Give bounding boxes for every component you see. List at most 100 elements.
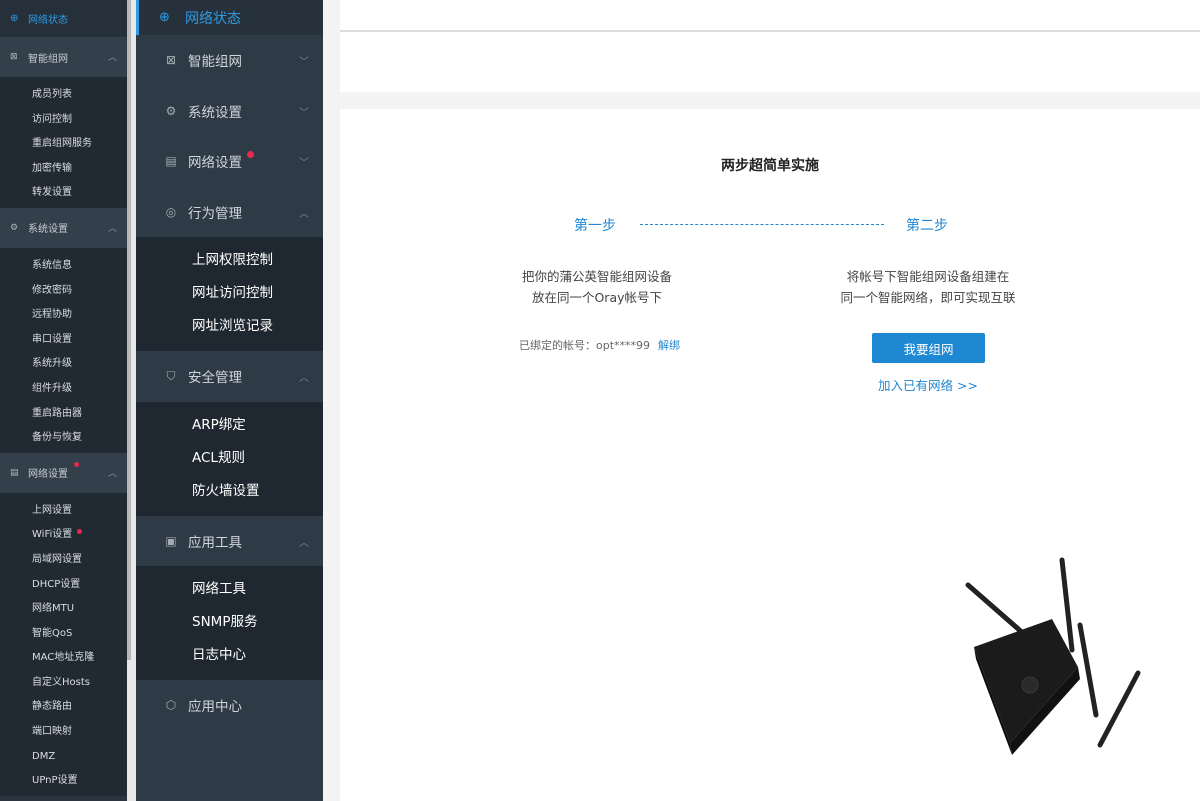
left-sidebar-item[interactable]: 转发设置 [0, 181, 127, 206]
sidebar-item[interactable]: 日志中心 [136, 639, 323, 672]
step-one-description: 把你的蒲公英智能组网设备 放在同一个Oray帐号下 [467, 266, 727, 308]
left-sidebar-item-label: WiFi设置 [32, 529, 73, 541]
left-sidebar: ⊕ 网络状态 ⊠ 智能组网 ︿ 成员列表 访问控制 重启组网服务 加密传输 转发… [0, 0, 127, 801]
notification-dot [247, 151, 254, 158]
sidebar-group-label: 系统设置 [188, 104, 242, 121]
left-sidebar-item[interactable]: 静态路由 [0, 695, 127, 720]
step-one-desc-line: 放在同一个Oray帐号下 [531, 290, 663, 305]
left-sidebar-item[interactable]: 上网设置 [0, 499, 127, 524]
step-two-label: 第二步 [906, 218, 948, 234]
sidebar-group-app-center[interactable]: ⬡ 应用中心 [136, 680, 323, 731]
chevron-up-icon: ︿ [107, 223, 117, 234]
create-network-button[interactable]: 我要组网 [872, 333, 985, 363]
left-group-label: 智能组网 [28, 53, 68, 65]
left-sidebar-item[interactable]: 自定义Hosts [0, 671, 127, 696]
sidebar-group-label: 网络设置 [188, 155, 242, 172]
content-edge [323, 0, 340, 801]
sidebar-group-label: 应用中心 [188, 699, 242, 716]
left-sidebar-group-system[interactable]: ⚙ 系统设置 ︿ [0, 207, 127, 248]
notification-dot [74, 461, 79, 467]
sidebar-group-networking[interactable]: ⊠ 智能组网 ﹀ [136, 35, 323, 86]
left-sidebar-item[interactable]: 访问控制 [0, 108, 127, 133]
sidebar-item[interactable]: 防火墙设置 [136, 475, 323, 508]
sidebar-item[interactable]: 上网权限控制 [136, 244, 323, 277]
router-illustration [965, 557, 1141, 755]
network-icon: ⊠ [165, 53, 177, 68]
chevron-down-icon: ﹀ [299, 57, 309, 68]
left-submenu-network-settings: 上网设置 WiFi设置 局域网设置 DHCP设置 网络MTU 智能QoS MAC… [0, 492, 127, 796]
document-icon: ▤ [10, 467, 19, 478]
sidebar-group-behavior[interactable]: ◎ 行为管理 ︿ [136, 186, 323, 237]
sidebar-group-tools[interactable]: ▣ 应用工具 ︿ [136, 515, 323, 566]
left-sidebar-item[interactable]: 局域网设置 [0, 548, 127, 573]
chevron-up-icon: ︿ [299, 537, 309, 549]
left-sidebar-item[interactable]: DMZ [0, 745, 127, 770]
left-sidebar-item[interactable]: 备份与恢复 [0, 426, 127, 451]
sidebar-group-system[interactable]: ⚙ 系统设置 ﹀ [136, 85, 323, 136]
chevron-down-icon: ﹀ [299, 158, 309, 169]
left-sidebar-item[interactable]: 系统信息 [0, 254, 127, 279]
left-sidebar-item[interactable]: 加密传输 [0, 157, 127, 182]
left-sidebar-item[interactable]: 重启组网服务 [0, 132, 127, 157]
step-one-desc-line: 把你的蒲公英智能组网设备 [521, 269, 672, 284]
step-two-desc-line: 同一个智能网络，即可实现互联 [840, 290, 1016, 305]
left-sidebar-item[interactable]: 成员列表 [0, 83, 127, 108]
left-sidebar-item[interactable]: 智能QoS [0, 622, 127, 647]
left-sidebar-scrollbar[interactable] [127, 0, 131, 660]
left-group-label: 系统设置 [28, 224, 68, 236]
left-group-label: 网络设置 [28, 469, 68, 481]
left-submenu-system: 系统信息 修改密码 远程协助 串口设置 系统升级 组件升级 重启路由器 备份与恢… [0, 247, 127, 453]
step-two-description: 将帐号下智能组网设备组建在 同一个智能网络，即可实现互联 [798, 266, 1058, 308]
toolbox-icon: ▣ [165, 533, 177, 548]
left-sidebar-item[interactable]: 重启路由器 [0, 402, 127, 427]
left-sidebar-item[interactable]: 系统升级 [0, 352, 127, 377]
left-sidebar-item[interactable]: DHCP设置 [0, 573, 127, 598]
left-sidebar-item-wifi[interactable]: WiFi设置 [0, 523, 127, 548]
left-sidebar-item[interactable]: 组件升级 [0, 377, 127, 402]
chevron-up-icon: ︿ [299, 208, 309, 220]
step-one-label: 第一步 [574, 218, 616, 234]
step-two-desc-line: 将帐号下智能组网设备组建在 [846, 269, 1010, 284]
document-icon: ▤ [165, 154, 177, 169]
submenu-behavior: 上网权限控制 网址访问控制 网址浏览记录 [136, 237, 323, 351]
left-sidebar-item[interactable]: 网络MTU [0, 597, 127, 622]
sidebar-item[interactable]: 网址访问控制 [136, 277, 323, 310]
globe-icon: ⊕ [159, 10, 170, 25]
sidebar-item[interactable]: ACL规则 [136, 442, 323, 475]
left-sidebar-item[interactable]: 端口映射 [0, 720, 127, 745]
join-network-link[interactable]: 加入已有网络 >> [868, 375, 988, 394]
submenu-security: ARP绑定 ACL规则 防火墙设置 [136, 401, 323, 516]
unbind-link[interactable]: 解绑 [658, 339, 680, 352]
sidebar-item[interactable]: SNMP服务 [136, 606, 323, 639]
chevron-down-icon: ﹀ [299, 107, 309, 119]
behavior-icon: ◎ [165, 204, 177, 219]
left-sidebar-item[interactable]: 串口设置 [0, 328, 127, 353]
globe-icon: ⊕ [10, 13, 19, 24]
step-connector-line [640, 224, 884, 225]
left-sidebar-item[interactable]: 远程协助 [0, 303, 127, 328]
sidebar-item[interactable]: 网址浏览记录 [136, 310, 323, 343]
left-sidebar-item[interactable]: UPnP设置 [0, 769, 127, 794]
sidebar-item[interactable]: 网络工具 [136, 573, 323, 606]
sidebar-group-network-settings[interactable]: ▤ 网络设置 ﹀ [136, 136, 323, 187]
sidebar-group-security[interactable]: ⛉ 安全管理 ︿ [136, 351, 323, 402]
left-sidebar-item[interactable]: MAC地址克隆 [0, 646, 127, 671]
left-sidebar-network-status[interactable]: ⊕ 网络状态 [0, 0, 127, 37]
gear-icon: ⚙ [165, 103, 177, 118]
main-content: 两步超简单实施 第一步 第二步 把你的蒲公英智能组网设备 放在同一个Oray帐号… [340, 0, 1200, 801]
main-sidebar-top-label: 网络状态 [185, 10, 241, 27]
main-sidebar-network-status[interactable]: ⊕ 网络状态 [136, 0, 323, 35]
notification-dot [77, 529, 82, 535]
left-sidebar-group-network-settings[interactable]: ▤ 网络设置 ︿ [0, 452, 127, 493]
cube-icon: ⬡ [165, 698, 177, 713]
left-sidebar-item[interactable]: 修改密码 [0, 279, 127, 304]
gear-icon: ⚙ [10, 222, 19, 233]
sidebar-item[interactable]: ARP绑定 [136, 409, 323, 442]
network-icon: ⊠ [10, 52, 18, 62]
sidebar-group-label: 行为管理 [188, 205, 242, 222]
left-sidebar-group-networking[interactable]: ⊠ 智能组网 ︿ [0, 37, 127, 77]
page-title: 两步超简单实施 [721, 158, 819, 174]
submenu-tools: 网络工具 SNMP服务 日志中心 [136, 566, 323, 680]
chevron-up-icon: ︿ [299, 373, 309, 384]
sidebar-group-label: 安全管理 [188, 370, 242, 387]
